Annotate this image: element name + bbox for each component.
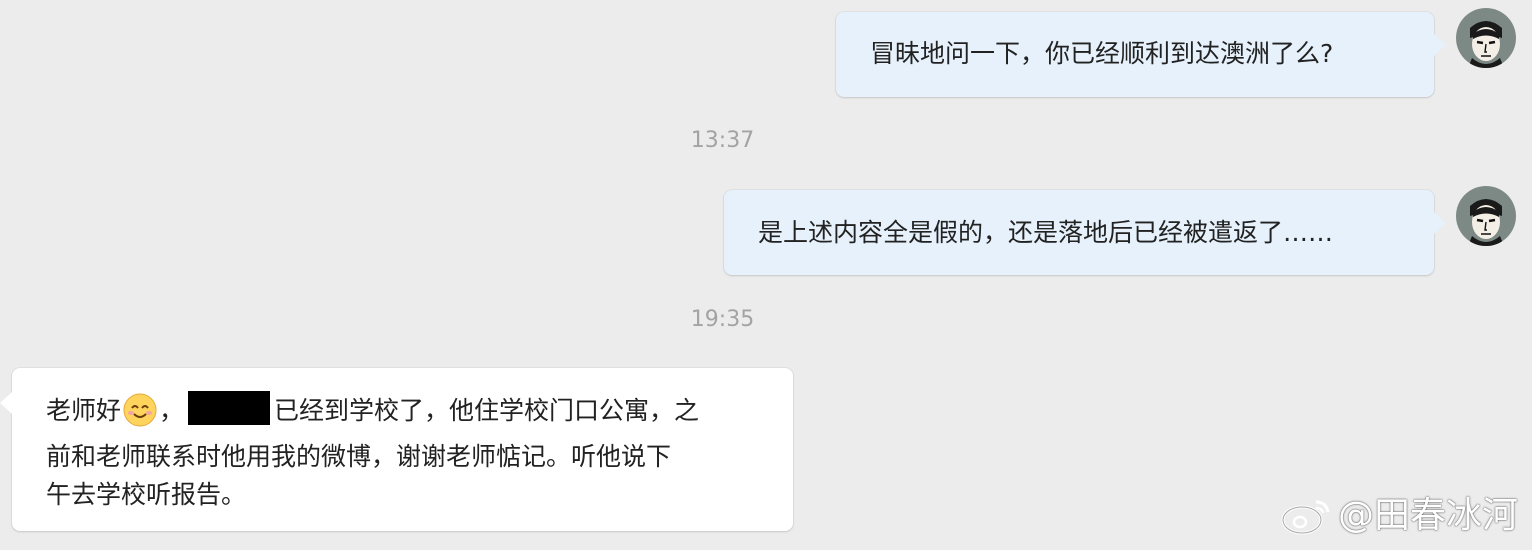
avatar-icon (1456, 186, 1516, 246)
avatar[interactable] (1456, 8, 1516, 68)
redaction-block (188, 391, 271, 425)
message-bubble-outgoing[interactable]: 冒昧地问一下，你已经顺利到达澳洲了么? (836, 12, 1446, 97)
smile-emoji-icon (123, 393, 157, 438)
watermark: @田春冰河 (1280, 496, 1518, 536)
message-text: 已经到学校了，他住学校门口公寓，之 (274, 396, 700, 425)
message-bubble-incoming[interactable]: 老师好 ， 已经到学校了，他住学校门口公寓，之 前和老师联系时他用我的微博，谢谢老师… (0, 368, 793, 531)
message-line: 前和老师联系时他用我的微博，谢谢老师惦记。听他说下 (46, 442, 672, 471)
message-text: 冒昧地问一下，你已经顺利到达澳洲了么? (870, 39, 1334, 68)
avatar[interactable] (1456, 186, 1516, 246)
message-text: 是上述内容全是假的，还是落地后已经被遣返了…… (758, 218, 1334, 247)
avatar-icon (1456, 8, 1516, 68)
message-bubble-outgoing[interactable]: 是上述内容全是假的，还是落地后已经被遣返了…… (724, 190, 1446, 275)
message-line: 老师好 ， 已经到学校了，他住学校门口公寓，之 (46, 391, 793, 438)
weibo-logo-icon (1281, 500, 1330, 535)
message-text: ， (159, 396, 185, 425)
timestamp: 19:35 (690, 307, 755, 332)
message-text: 老师好 (46, 396, 122, 425)
message-line: 午去学校听报告。 (46, 480, 247, 509)
timestamp: 13:37 (690, 128, 755, 153)
watermark-text: @田春冰河 (1337, 495, 1518, 536)
